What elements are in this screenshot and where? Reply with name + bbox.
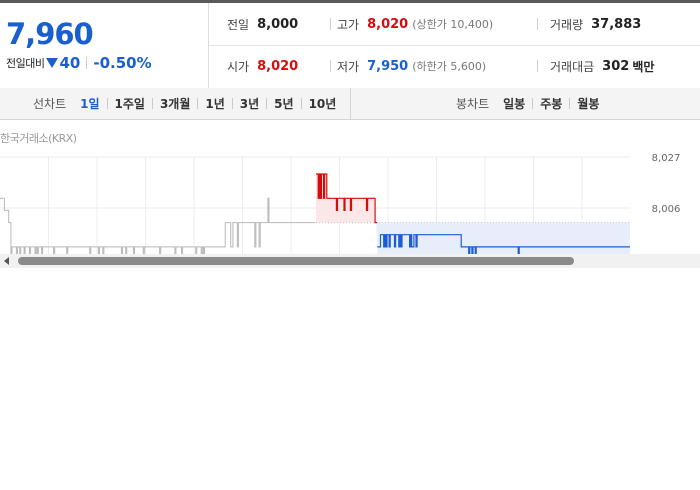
divider bbox=[537, 60, 538, 72]
tab-3-month[interactable]: 3개월 bbox=[160, 95, 190, 112]
stat-label: 고가 bbox=[337, 17, 360, 32]
tab-1-week[interactable]: 1주일 bbox=[115, 95, 145, 112]
stat-label: 거래량 bbox=[550, 17, 584, 32]
divider bbox=[330, 18, 331, 30]
divider bbox=[537, 18, 538, 30]
price-chart: 한국거래소(KRX) 8,0278,0067,985 bbox=[0, 120, 700, 254]
tab-1-day[interactable]: 1일 bbox=[80, 95, 99, 112]
scroll-left-arrow-icon[interactable] bbox=[4, 257, 9, 265]
stat-value: 7,950 bbox=[367, 58, 409, 74]
row-divider bbox=[209, 45, 700, 46]
tab-3-year[interactable]: 3년 bbox=[240, 95, 259, 112]
divider bbox=[532, 98, 534, 109]
divider bbox=[300, 98, 302, 109]
divider bbox=[569, 98, 571, 109]
stat-open: 시가 8,020 bbox=[227, 56, 298, 76]
stat-value: 8,000 bbox=[257, 16, 299, 32]
stat-high: 고가 8,020 (상한가 10,400) bbox=[337, 14, 493, 34]
divider bbox=[266, 98, 268, 109]
divider bbox=[151, 98, 153, 109]
stat-value: 37,883 bbox=[591, 16, 642, 32]
current-price-box: 7,960 전일대비 40 -0.50% bbox=[0, 3, 209, 88]
change-row: 전일대비 40 -0.50% bbox=[6, 54, 152, 72]
stats-panel: 전일 8,000 고가 8,020 (상한가 10,400) 거래량 37,88… bbox=[209, 3, 700, 88]
tab-5-year[interactable]: 5년 bbox=[274, 95, 293, 112]
previous-session-line bbox=[0, 197, 315, 254]
tab-monthly-candle[interactable]: 월봉 bbox=[577, 95, 599, 112]
stat-volume: 거래량 37,883 bbox=[550, 14, 641, 34]
candle-chart-tabs: 봉차트 일봉 주봉 월봉 bbox=[456, 88, 599, 119]
stat-value: 302 bbox=[602, 58, 630, 74]
intraday-line-chart: 8,0278,0067,985 bbox=[0, 153, 681, 254]
line-chart-title: 선차트 bbox=[33, 97, 67, 111]
chart-scrollbar[interactable] bbox=[0, 254, 700, 268]
divider bbox=[350, 88, 351, 119]
stat-prev-close: 전일 8,000 bbox=[227, 14, 298, 34]
stat-label: 저가 bbox=[337, 59, 360, 74]
scroll-thumb[interactable] bbox=[18, 257, 574, 265]
change-label: 전일대비 bbox=[6, 57, 45, 70]
tab-1-year[interactable]: 1년 bbox=[205, 95, 224, 112]
stat-trade-amount: 거래대금 302 백만 bbox=[550, 56, 654, 76]
stat-label: 거래대금 bbox=[550, 59, 595, 74]
stat-label: 전일 bbox=[227, 17, 250, 32]
candle-chart-title: 봉차트 bbox=[456, 97, 490, 111]
y-tick-label: 8,027 bbox=[652, 153, 681, 164]
line-chart-tabs: 선차트 1일 1주일 3개월 1년 3년 5년 10년 bbox=[33, 88, 336, 119]
tab-weekly-candle[interactable]: 주봉 bbox=[540, 95, 562, 112]
stat-unit: 백만 bbox=[632, 59, 655, 74]
divider bbox=[231, 98, 233, 109]
stat-low: 저가 7,950 (하한가 5,600) bbox=[337, 56, 486, 76]
down-area-fill bbox=[377, 222, 630, 254]
stat-value: 8,020 bbox=[367, 16, 409, 32]
divider bbox=[106, 98, 108, 109]
divider bbox=[86, 57, 88, 69]
upper-limit: (상한가 10,400) bbox=[412, 18, 494, 31]
chart-tabs-bar: 선차트 1일 1주일 3개월 1년 3년 5년 10년 봉차트 일봉 주봉 월봉 bbox=[0, 88, 700, 120]
divider bbox=[197, 98, 199, 109]
y-tick-label: 8,006 bbox=[652, 204, 681, 215]
divider bbox=[330, 60, 331, 72]
tab-10-year[interactable]: 10년 bbox=[309, 95, 337, 112]
price-summary: 7,960 전일대비 40 -0.50% 전일 8,000 고가 8,020 (… bbox=[0, 3, 700, 89]
current-price: 7,960 bbox=[6, 17, 94, 51]
stat-value: 8,020 bbox=[257, 58, 299, 74]
down-arrow-icon bbox=[46, 58, 59, 68]
tab-daily-candle[interactable]: 일봉 bbox=[503, 95, 525, 112]
stat-label: 시가 bbox=[227, 59, 250, 74]
change-rate: -0.50% bbox=[93, 54, 152, 72]
lower-limit: (하한가 5,600) bbox=[412, 60, 487, 73]
change-value: 40 bbox=[59, 54, 81, 72]
